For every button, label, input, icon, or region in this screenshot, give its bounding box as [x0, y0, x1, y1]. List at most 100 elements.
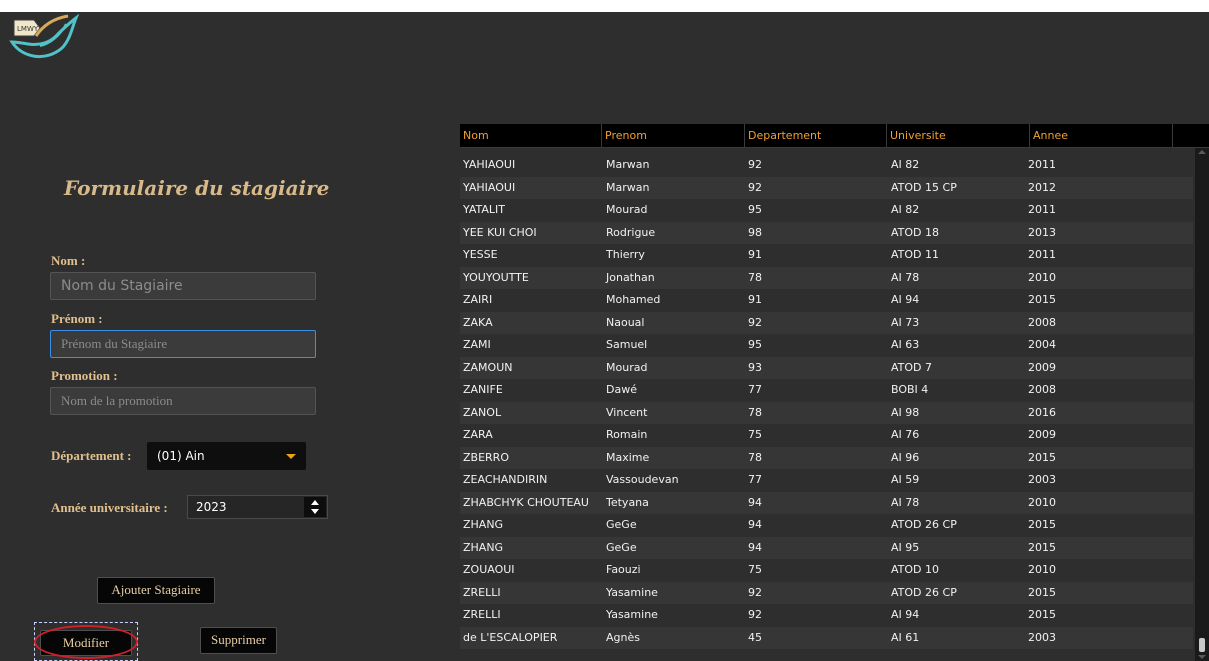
prenom-input[interactable] [50, 330, 316, 358]
cell-departement: 95 [748, 338, 762, 351]
cell-universite: AI 78 [891, 270, 920, 284]
table-row[interactable]: ZAKA Naoual 92 AI 73 2008 [460, 311, 1193, 334]
cell-nom: ZARA [463, 428, 493, 441]
cell-universite: AI 61 [891, 630, 920, 644]
cell-nom: ZAMOUN [463, 360, 513, 374]
table-row[interactable]: ZAMOUN Mourad 93 ATOD 7 2009 [460, 356, 1193, 379]
promotion-label: Promotion : [51, 368, 118, 383]
column-header-annee[interactable]: Annee [1030, 124, 1173, 147]
column-header-departement[interactable]: Departement [745, 124, 887, 147]
departement-label: Département : [51, 448, 132, 463]
cell-universite: AI 59 [891, 473, 920, 486]
table-row[interactable]: ZHANG GeGe 94 ATOD 26 CP 2015 [460, 514, 1193, 537]
arrow-down-icon[interactable] [311, 509, 319, 514]
table-row[interactable]: de L'ESCALOPIER Agnès 45 AI 61 2003 [460, 626, 1193, 649]
cell-nom: ZRELLI [463, 608, 501, 621]
cell-annee: 2015 [1028, 608, 1056, 621]
table-row[interactable]: YAHIAOUI Marwan 92 AI 82 2011 [460, 154, 1193, 177]
cell-universite: ATOD 15 CP [891, 180, 957, 194]
spin-buttons[interactable] [304, 497, 326, 517]
cell-annee: 2015 [1028, 450, 1056, 464]
cell-universite: AI 95 [891, 540, 920, 554]
cell-departement: 94 [748, 540, 762, 554]
cell-universite: AI 63 [891, 338, 920, 351]
cell-nom: YATALIT [463, 203, 506, 216]
stagiaires-table[interactable]: Nom Prenom Departement Universite Annee … [460, 124, 1209, 661]
cell-annee: 2003 [1028, 630, 1056, 644]
table-header: Nom Prenom Departement Universite Annee [460, 124, 1209, 148]
add-stagiaire-button[interactable]: Ajouter Stagiaire [97, 577, 215, 604]
table-row[interactable]: ZHANG GeGe 94 AI 95 2015 [460, 536, 1193, 559]
table-row[interactable]: ZANIFE Dawé 77 BOBI 4 2008 [460, 379, 1193, 402]
cell-prenom: Yasamine [606, 608, 658, 621]
column-header-nom[interactable]: Nom [460, 124, 602, 147]
departement-select[interactable]: (01) Ain [147, 442, 306, 470]
cell-prenom: Romain [606, 428, 648, 441]
cell-departement: 91 [748, 248, 762, 261]
table-row[interactable]: ZANOL Vincent 78 AI 98 2016 [460, 401, 1193, 424]
delete-button[interactable]: Supprimer [200, 627, 277, 654]
cell-universite: AI 94 [891, 608, 920, 621]
table-row[interactable]: ZEACHANDIRIN Vassoudevan 77 AI 59 2003 [460, 469, 1193, 492]
scroll-down-icon[interactable] [1198, 655, 1206, 659]
cell-nom: YEE KUI CHOI [463, 225, 537, 239]
table-row[interactable]: YAHIAOUI Marwan 92 ATOD 15 CP 2012 [460, 176, 1193, 199]
cell-nom: ZBERRO [463, 450, 509, 464]
cell-departement: 75 [748, 563, 762, 576]
annee-spinbox[interactable]: 2023 [187, 495, 328, 519]
table-row[interactable]: ZARA Romain 75 AI 76 2009 [460, 424, 1193, 447]
cell-departement: 91 [748, 293, 762, 306]
table-row[interactable]: ZBERRO Maxime 78 AI 96 2015 [460, 446, 1193, 469]
column-header-universite[interactable]: Universite [887, 124, 1030, 147]
table-row[interactable]: YATALIT Mourad 95 AI 82 2011 [460, 199, 1193, 222]
table-row[interactable]: YESSE Thierry 91 ATOD 11 2011 [460, 244, 1193, 267]
cell-prenom: Tetyana [606, 495, 649, 509]
cell-prenom: Maxime [606, 450, 650, 464]
cell-departement: 92 [748, 180, 762, 194]
cell-universite: AI 82 [891, 203, 920, 216]
cell-prenom: Mourad [606, 203, 648, 216]
cell-nom: YESSE [463, 248, 498, 261]
cell-prenom: Mohamed [606, 293, 661, 306]
vertical-scrollbar[interactable] [1195, 148, 1209, 661]
chevron-down-icon [286, 454, 296, 459]
cell-departement: 93 [748, 360, 762, 374]
table-row[interactable]: ZHABCHYK CHOUTEAU Tetyana 94 AI 78 2010 [460, 491, 1193, 514]
cell-prenom: Samuel [606, 338, 648, 351]
cell-universite: AI 76 [891, 428, 920, 441]
cell-prenom: Vassoudevan [606, 473, 679, 486]
table-row[interactable]: ZRELLI Yasamine 92 AI 94 2015 [460, 604, 1193, 627]
cell-annee: 2004 [1028, 338, 1056, 351]
scroll-thumb[interactable] [1199, 638, 1205, 652]
promotion-input[interactable] [50, 387, 316, 415]
form-title: Formulaire du stagiaire [64, 176, 330, 200]
cell-prenom: GeGe [606, 518, 637, 531]
cell-annee: 2016 [1028, 405, 1056, 419]
table-row[interactable]: YEE KUI CHOI Rodrigue 98 ATOD 18 2013 [460, 221, 1193, 244]
cell-universite: AI 78 [891, 495, 920, 509]
cell-departement: 77 [748, 473, 762, 486]
cell-prenom: Mourad [606, 360, 648, 374]
table-row[interactable]: YOUYOUTTE Jonathan 78 AI 78 2010 [460, 266, 1193, 289]
cell-nom: ZHANG [463, 518, 504, 531]
nom-input[interactable] [50, 272, 316, 300]
cell-universite: AI 73 [891, 315, 920, 329]
cell-nom: ZHABCHYK CHOUTEAU [463, 495, 589, 509]
cell-departement: 45 [748, 630, 762, 644]
nom-label: Nom : [51, 253, 86, 268]
table-row[interactable]: ZRELLI Yasamine 92 ATOD 26 CP 2015 [460, 581, 1193, 604]
table-row[interactable]: ZAMI Samuel 95 AI 63 2004 [460, 334, 1193, 357]
table-row[interactable]: ZOUAOUI Faouzi 75 ATOD 10 2010 [460, 559, 1193, 582]
cell-universite: AI 98 [891, 405, 920, 419]
cell-universite: ATOD 26 CP [891, 518, 957, 531]
column-header-prenom[interactable]: Prenom [602, 124, 745, 147]
app-window: LMWY Formulaire du stagiaire Nom : Préno… [0, 12, 1209, 661]
highlight-circle [34, 625, 138, 659]
table-row[interactable]: ZAIRI Mohamed 91 AI 94 2015 [460, 289, 1193, 312]
bird-logo-icon: LMWY [6, 13, 80, 64]
cell-departement: 92 [748, 315, 762, 329]
cell-prenom: Jonathan [606, 270, 655, 284]
arrow-up-icon[interactable] [311, 500, 319, 505]
cell-annee: 2011 [1028, 248, 1056, 261]
scroll-up-icon[interactable] [1198, 150, 1206, 154]
